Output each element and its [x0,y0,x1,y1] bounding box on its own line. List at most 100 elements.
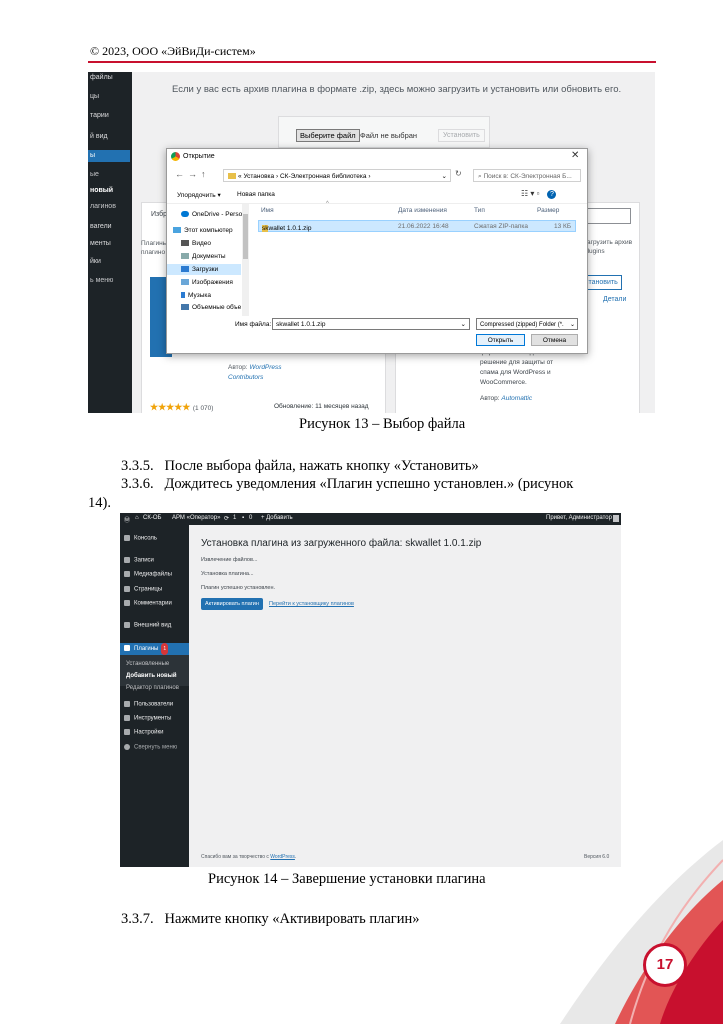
filename-label: Имя файла: [235,321,272,328]
details-link[interactable]: Детали [603,296,626,303]
documents-icon [181,253,189,260]
comments-count: 0 [249,515,253,521]
tools-icon [124,715,130,721]
activate-plugin-button[interactable]: Активировать плагин [201,598,263,610]
view-icons[interactable]: ☷ ▾ ▫? [521,189,557,199]
sidebar-subitem: новый [90,187,114,194]
no-file-label: Файл не выбран [360,131,418,140]
card-text: Плагины плагино [141,240,168,256]
column-name[interactable]: Имя [261,207,274,214]
video-icon [181,240,189,247]
sidebar-item: цы [90,93,100,100]
organize-menu[interactable]: Упорядочить ▾ [177,191,221,199]
nav-item-computer[interactable]: Этот компьютер [173,227,233,234]
sidebar-item-settings[interactable]: Настройки [124,729,163,736]
dialog-title: Открытие [183,153,215,160]
site-link: АРМ «Оператор» [172,515,221,521]
open-button[interactable]: Открыть [476,334,525,346]
sidebar-item-plugins[interactable]: Плагины 1 [120,643,189,655]
nav-item-documents[interactable]: Документы [181,253,226,260]
page-title: Установка плагина из загруженного файла:… [201,538,482,549]
settings-icon [124,729,130,735]
author-link[interactable]: Contributors [228,374,263,381]
greeting: Привет, Администратор [546,515,612,521]
sidebar-item: менты [90,240,111,247]
sidebar-item: й вид [90,133,108,140]
nav-item-video[interactable]: Видео [181,240,211,247]
scroll-thumb[interactable] [243,214,248,259]
file-row[interactable]: skwallet 1.0.1.zip 21.06.2022 16:48 Сжат… [258,220,576,232]
sidebar-sub-editor[interactable]: Редактор плагинов [126,685,179,691]
dialog-search[interactable]: ⌕ Поиск в: СК-Электронная Б... [473,169,581,182]
sidebar-subitem: ые [90,171,99,178]
column-size[interactable]: Размер [537,207,559,214]
card-author: Автор: WordPress Contributors [228,364,282,381]
refresh-icon[interactable]: ↻ [455,169,462,178]
collapse-icon [124,744,130,750]
new-folder-button[interactable]: Новая папка [237,191,275,198]
rating-stars: ★★★★★ (1 070) [150,402,214,412]
site-name: СК-ОБ [143,515,162,521]
sidebar-sub-installed[interactable]: Установленные [126,661,169,667]
corner-decoration [560,840,723,1024]
sidebar-collapse[interactable]: Свернуть меню [124,744,177,751]
filename-input[interactable]: skwallet 1.0.1.zip ⌄ [272,318,470,330]
music-icon [181,292,185,299]
step-3-3-6: 3.3.6. Дождитесь уведомления «Плагин усп… [121,476,574,492]
upload-message: Если у вас есть архив плагина в формате … [172,84,622,95]
header-divider [88,61,656,63]
author-link[interactable]: WordPress [249,364,281,371]
plugins-badge: 1 [161,643,169,655]
nav-arrows-icon[interactable]: ←→↑ [175,169,210,179]
comment-icon: ▪ [242,515,245,521]
address-bar[interactable]: « Установка › СК-Электронная библиотека … [223,169,451,182]
status-line: Плагин успешно установлен. [201,585,276,591]
column-date[interactable]: Дата изменения [398,207,447,214]
updates-count: 1 [233,515,237,521]
sidebar-subitem: лагинов [90,203,116,210]
close-icon[interactable]: ✕ [571,150,579,161]
author-link[interactable]: Automattic [501,395,532,402]
back-to-installer-link[interactable]: Перейти к установщику плагинов [269,601,354,607]
avatar [613,515,619,522]
card-description: форм. Самое надёжноерешение для защиты о… [480,349,554,386]
wordpress-icon: Ⓦ [124,518,131,524]
home-icon: ⌂ [135,515,139,521]
cube-icon [181,304,189,311]
sidebar-item-tools[interactable]: Инструменты [124,715,171,722]
sidebar-sub-add-new[interactable]: Добавить новый [126,673,177,679]
column-type[interactable]: Тип [474,207,485,214]
install-button-disabled[interactable]: Установить [438,129,485,142]
download-icon [181,266,189,273]
sidebar-item: файлы [90,74,113,81]
card-text: загрузить архив plugins [584,239,633,255]
nav-item-onedrive[interactable]: OneDrive - Person [181,211,246,218]
nav-item-music[interactable]: Музыка [181,292,211,299]
cancel-button[interactable]: Отмена [531,334,578,346]
wordpress-link[interactable]: WordPress [270,854,295,860]
folder-icon [228,173,236,180]
nav-item-downloads[interactable]: Загрузки [167,264,241,275]
open-file-dialog: Открытие ✕ ←→↑ « Установка › СК-Электрон… [166,148,588,354]
choose-file-button[interactable]: Выберите файл [296,129,360,142]
updates-icon: ⟳ [224,516,230,522]
filetype-select[interactable]: Compressed (zipped) Folder (*. ⌄ [476,318,578,330]
search-field[interactable] [581,208,631,224]
nav-item-3d[interactable]: Объемные объе [181,304,241,311]
figure-13-caption: Рисунок 13 – Выбор файла [299,416,466,432]
card-heading: Избр [151,211,168,218]
footer-text: Спасибо вам за творчество с WordPress. [201,854,297,860]
sidebar-item: вагели [90,223,112,230]
nav-item-pictures[interactable]: Изображения [181,279,233,286]
step-3-3-5: 3.3.5. После выбора файла, нажать кнопку… [121,458,479,474]
wp-admin-bar: Ⓦ ⌂ СК-ОБ АРМ «Оператор» ⟳ 1 ▪ 0 + Добав… [120,513,621,525]
sort-arrow-icon: ^ [326,201,329,207]
step-continuation: 14). [88,495,111,511]
page-header-copyright: © 2023, ООО «ЭйВиДи-систем» [90,44,256,58]
help-icon[interactable]: ? [547,190,557,199]
plugin-icon [124,645,130,652]
users-icon [124,701,130,707]
sidebar-item-users[interactable]: Пользователи [124,701,173,708]
pictures-icon [181,279,189,286]
chrome-icon [171,152,180,161]
